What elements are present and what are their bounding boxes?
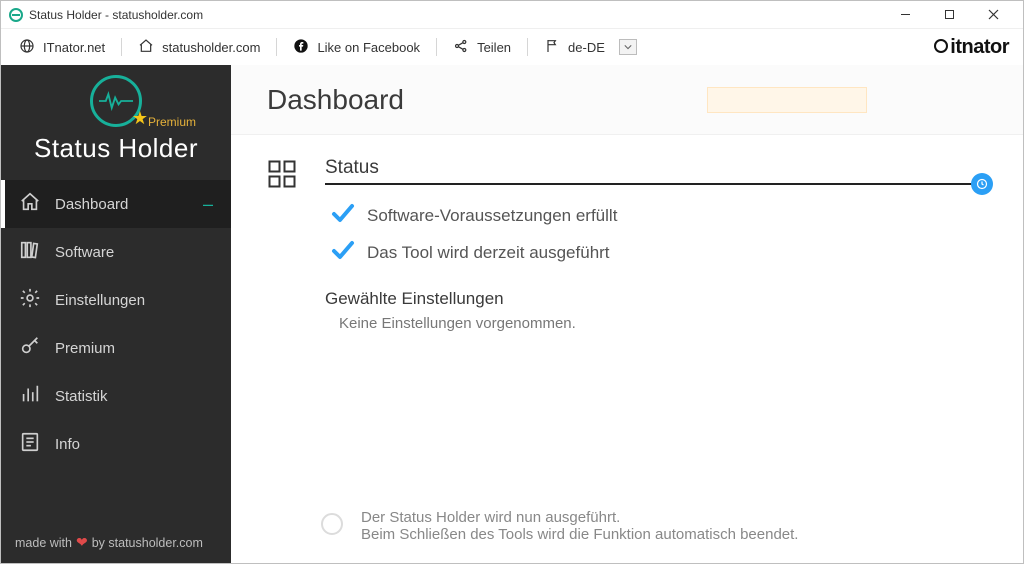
sidebar-item-label: Einstellungen [55,292,145,309]
toolbar-link-itnator[interactable]: ITnator.net [19,38,105,57]
toolbar-link-facebook[interactable]: Like on Facebook [293,38,420,57]
status-check-text: Das Tool wird derzeit ausgeführt [367,243,610,263]
premium-tag: Premium [148,115,196,129]
home-icon [138,38,154,57]
sidebar-item-dashboard[interactable]: Dashboard – [1,180,231,228]
toolbar-link-label: de-DE [568,40,605,55]
language-dropdown-button[interactable] [619,39,637,55]
flag-icon [544,38,560,57]
globe-icon [19,38,35,57]
footer-note: Der Status Holder wird nun ausgeführt. B… [321,509,987,543]
brand-dot-icon [934,39,948,53]
header-placeholder-box [707,87,867,113]
status-ring-icon [321,513,343,535]
toolbar-link-label: statusholder.com [162,40,260,55]
stats-icon [19,383,41,409]
window-title: Status Holder - statusholder.com [29,8,203,22]
toolbar-separator [276,38,277,56]
facebook-icon [293,38,309,57]
sidebar-item-label: Statistik [55,388,108,405]
toolbar-link-language[interactable]: de-DE [544,38,637,57]
content-area: Dashboard Status [231,65,1023,563]
toolbar-separator [527,38,528,56]
window-titlebar: Status Holder - statusholder.com [1,1,1023,29]
sidebar-item-software[interactable]: Software [1,228,231,276]
sidebar-item-info[interactable]: Info [1,420,231,468]
status-check-row: Das Tool wird derzeit ausgeführt [325,238,987,267]
settings-heading: Gewählte Einstellungen [325,289,987,309]
toolbar-link-share[interactable]: Teilen [453,38,511,57]
books-icon [19,239,41,265]
key-icon [19,335,41,361]
home-icon [19,191,41,217]
sidebar-header: ★ Premium Status Holder [1,65,231,174]
toolbar-link-label: Like on Facebook [317,40,420,55]
page-title: Dashboard [267,84,404,116]
content-header: Dashboard [231,65,1023,135]
footer-suffix: by statusholder.com [92,536,203,550]
sidebar-item-statistik[interactable]: Statistik [1,372,231,420]
toolbar-link-label: Teilen [477,40,511,55]
window-maximize-button[interactable] [927,1,971,29]
status-check-row: Software-Voraussetzungen erfüllt [325,201,987,230]
active-indicator-icon: – [203,194,213,215]
window-close-button[interactable] [971,1,1015,29]
footer-prefix: made with [15,536,72,550]
premium-star-icon: ★ [132,108,148,129]
footer-note-line1: Der Status Holder wird nun ausgeführt. [361,509,798,526]
heart-icon: ❤ [76,534,88,551]
window-controls [883,1,1015,29]
content-body: Status Software-Voraussetzungen erfüllt [231,135,1023,563]
toolbar-separator [436,38,437,56]
share-icon [453,38,469,57]
footer-note-line2: Beim Schließen des Tools wird die Funkti… [361,526,798,543]
app-name: Status Holder [15,133,217,164]
settings-empty-text: Keine Einstellungen vorgenommen. [325,315,987,332]
sidebar-item-einstellungen[interactable]: Einstellungen [1,276,231,324]
check-icon [331,238,355,267]
sidebar-item-label: Dashboard [55,196,128,213]
gear-icon [19,287,41,313]
grid-icon [267,157,301,332]
sidebar-item-premium[interactable]: Premium [1,324,231,372]
status-check-text: Software-Voraussetzungen erfüllt [367,206,617,226]
status-divider [325,183,987,185]
status-section: Status Software-Voraussetzungen erfüllt [267,157,987,332]
sidebar: ★ Premium Status Holder Dashboard – Soft… [1,65,231,563]
info-icon [19,431,41,457]
status-heading: Status [325,157,987,179]
toolbar-link-site[interactable]: statusholder.com [138,38,260,57]
toolbar-link-label: ITnator.net [43,40,105,55]
sidebar-footer: made with ❤ by statusholder.com [1,524,231,563]
sidebar-item-label: Premium [55,340,115,357]
app-toolbar: ITnator.net statusholder.com Like on Fac… [1,29,1023,65]
sidebar-item-label: Software [55,244,114,261]
brand-logo: itnator [934,36,1009,59]
clock-icon [971,173,993,195]
sidebar-item-label: Info [55,436,80,453]
sidebar-nav: Dashboard – Software Einstellungen Prem [1,174,231,524]
check-icon [331,201,355,230]
window-minimize-button[interactable] [883,1,927,29]
toolbar-separator [121,38,122,56]
app-icon [9,8,23,22]
brand-text: itnator [950,36,1009,59]
